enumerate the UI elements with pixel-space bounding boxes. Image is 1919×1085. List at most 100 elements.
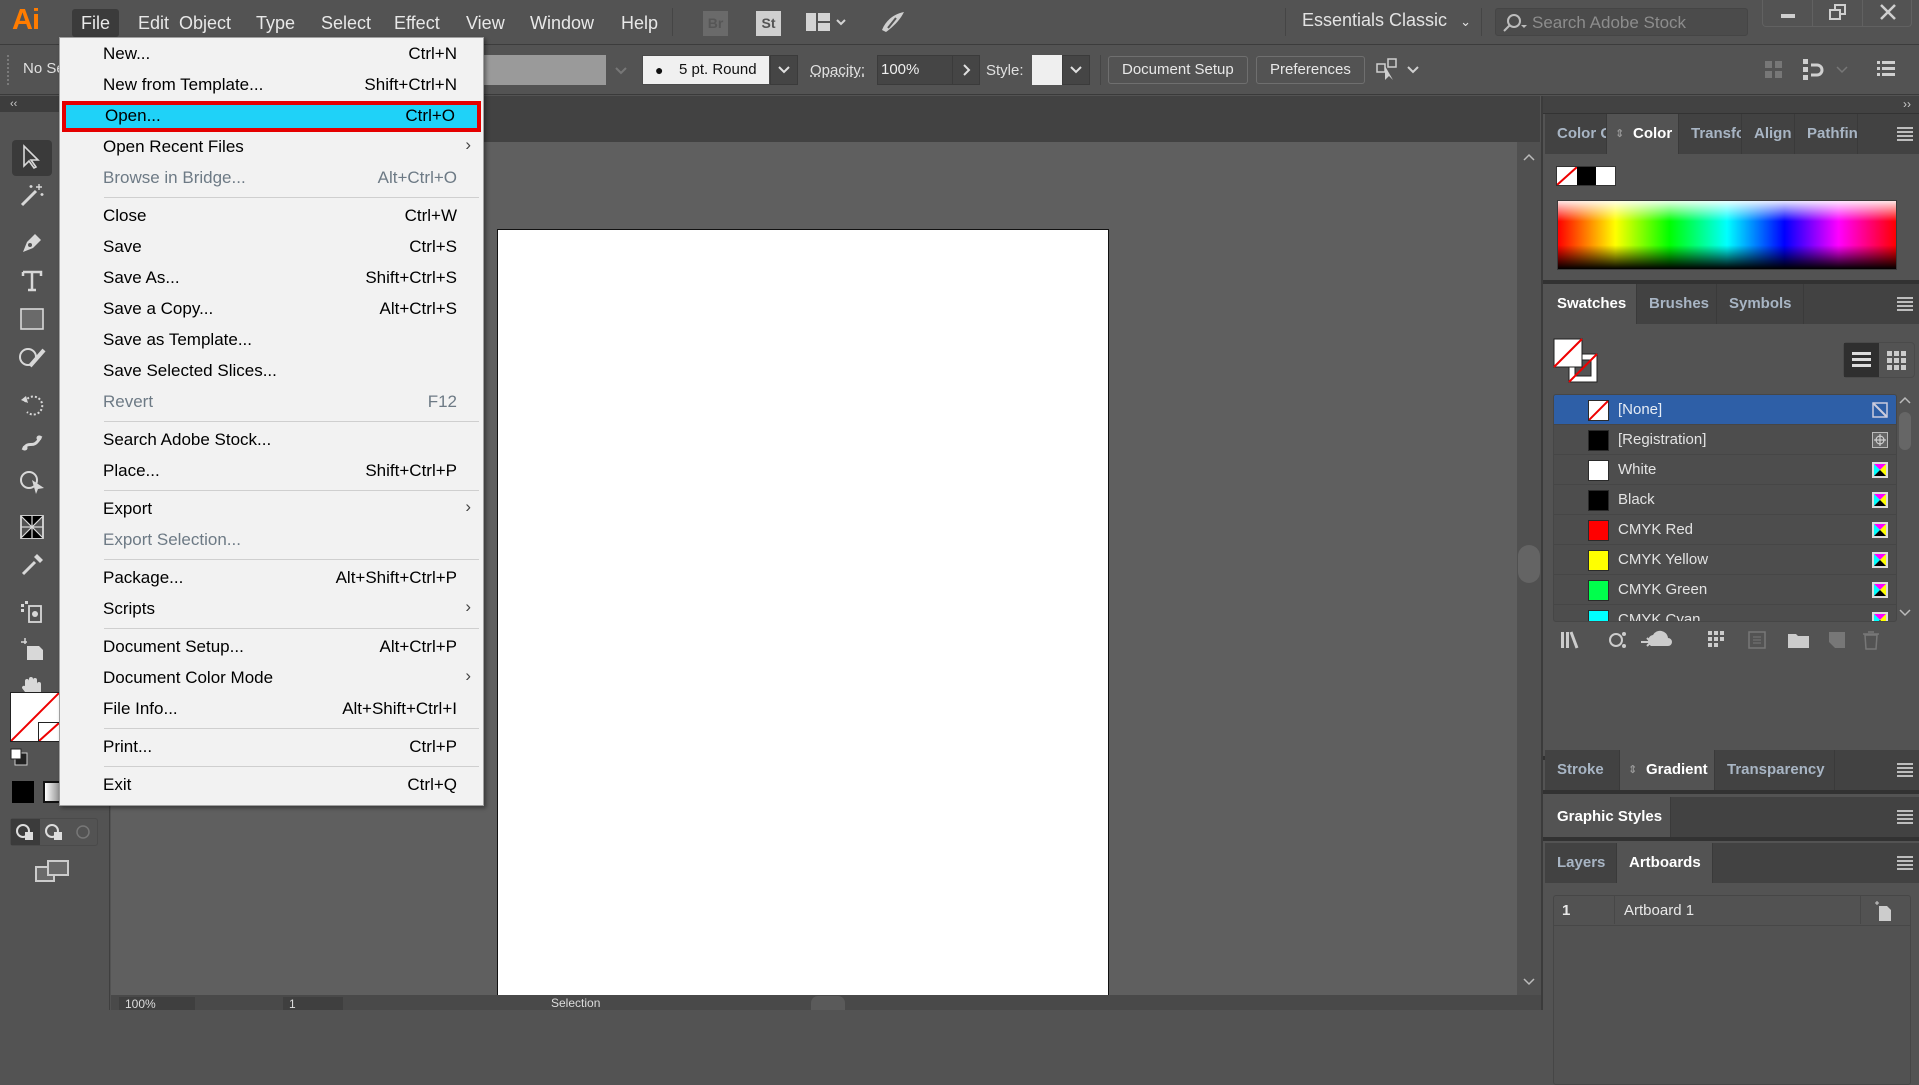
swatch-options-menu-icon[interactable] — [1707, 630, 1729, 650]
rectangle-tool[interactable] — [12, 302, 52, 338]
minimize-button[interactable] — [1763, 0, 1813, 26]
opacity-input[interactable]: 100% — [877, 55, 953, 85]
tab-brushes[interactable]: Brushes — [1637, 284, 1717, 324]
panel-menu-icon[interactable] — [1897, 127, 1913, 141]
tab-pathfinder[interactable]: Pathfin — [1795, 114, 1858, 154]
artboard-tool[interactable] — [12, 632, 52, 668]
tab-transform[interactable]: Transfo — [1679, 114, 1742, 154]
tab-color[interactable]: ⇕ Color — [1607, 114, 1679, 154]
perspective-grid-tool[interactable] — [12, 510, 52, 546]
pen-tool[interactable] — [12, 226, 52, 262]
tab-layers[interactable]: Layers — [1545, 843, 1617, 883]
tab-gradient[interactable]: ⇕ Gradient — [1620, 750, 1715, 790]
selection-tool[interactable] — [12, 140, 52, 176]
swatch-row[interactable]: CMYK Green — [1554, 575, 1896, 605]
file-menu-item-save-a-copy[interactable]: Save a Copy... Alt+Ctrl+S — [60, 294, 483, 325]
artboard-options-icon[interactable] — [1874, 900, 1892, 922]
style-dropdown-arrow[interactable] — [1062, 55, 1090, 85]
file-menu-item-print[interactable]: Print... Ctrl+P — [60, 732, 483, 763]
scroll-down-icon[interactable] — [1517, 972, 1541, 992]
snap-icon[interactable] — [1803, 59, 1853, 81]
menu-select[interactable]: Select — [312, 9, 380, 37]
menu-view[interactable]: View — [457, 9, 514, 37]
draw-normal-icon[interactable] — [11, 819, 40, 845]
tab-symbols[interactable]: Symbols — [1717, 284, 1804, 324]
file-menu-item-package[interactable]: Package... Alt+Shift+Ctrl+P — [60, 563, 483, 594]
opacity-label[interactable]: Opacity: — [810, 62, 865, 79]
rotate-tool[interactable] — [12, 388, 52, 424]
current-tool-status[interactable]: Selection — [551, 996, 600, 1010]
stroke-weight-field[interactable] — [484, 55, 606, 85]
file-menu-item-new[interactable]: New... Ctrl+N — [60, 39, 483, 70]
menu-window[interactable]: Window — [521, 9, 603, 37]
search-adobe-stock-input[interactable]: Search Adobe Stock — [1495, 8, 1748, 36]
delete-swatch-icon[interactable] — [1861, 630, 1881, 650]
type-tool[interactable] — [12, 264, 52, 300]
color-mode-button[interactable] — [12, 781, 34, 803]
panel-menu-icon[interactable] — [1897, 763, 1913, 777]
file-menu-item-file-info[interactable]: File Info... Alt+Shift+Ctrl+I — [60, 694, 483, 725]
menu-object[interactable]: Object — [170, 9, 240, 37]
swatch-list-scrollbar[interactable] — [1897, 394, 1913, 622]
file-menu-item-document-color-mode[interactable]: Document Color Mode › — [60, 663, 483, 694]
brush-dropdown-arrow[interactable] — [770, 55, 798, 85]
close-button[interactable] — [1863, 0, 1913, 26]
show-swatch-kinds-icon[interactable] — [1607, 630, 1627, 650]
swatch-row[interactable]: White — [1554, 455, 1896, 485]
swatch-row[interactable]: [Registration] — [1554, 425, 1896, 455]
gpu-performance-icon[interactable] — [878, 8, 906, 36]
tab-swatches[interactable]: Swatches — [1545, 284, 1637, 324]
brush-definition-dropdown[interactable]: ● 5 pt. Round — [642, 55, 770, 85]
horizontal-scroll-thumb[interactable] — [811, 996, 845, 1010]
add-to-library-icon[interactable] — [1641, 630, 1673, 650]
select-similar-icon[interactable] — [1376, 58, 1420, 82]
tab-transparency[interactable]: Transparency — [1715, 750, 1835, 790]
black-swatch[interactable] — [1577, 167, 1596, 185]
file-menu-item-exit[interactable]: Exit Ctrl+Q — [60, 770, 483, 801]
collapse-panels-icon[interactable]: ›› — [1903, 97, 1911, 111]
menu-effect[interactable]: Effect — [385, 9, 449, 37]
swatch-row[interactable]: [None] — [1554, 395, 1896, 425]
align-grid-icon[interactable] — [1765, 61, 1783, 79]
draw-behind-icon[interactable] — [40, 819, 69, 845]
color-spectrum[interactable] — [1557, 200, 1897, 270]
swatch-row[interactable]: CMYK Cyan — [1554, 605, 1896, 621]
new-color-group-icon[interactable] — [1787, 630, 1811, 650]
artboard-number-input[interactable]: 1 — [283, 997, 343, 1010]
file-menu-item-place[interactable]: Place... Shift+Ctrl+P — [60, 456, 483, 487]
white-swatch[interactable] — [1596, 167, 1615, 185]
file-menu-item-export[interactable]: Export › — [60, 494, 483, 525]
artboard[interactable] — [497, 229, 1109, 1010]
file-menu-item-new-from-template[interactable]: New from Template... Shift+Ctrl+N — [60, 70, 483, 101]
control-bar-menu-icon[interactable] — [1877, 61, 1895, 77]
shaper-tool[interactable] — [12, 340, 52, 376]
arrange-documents-icon[interactable] — [806, 12, 848, 34]
file-menu-item-open[interactable]: Open... Ctrl+O — [62, 101, 481, 132]
stock-button[interactable]: St — [756, 11, 781, 36]
file-menu-item-open-recent-files[interactable]: Open Recent Files › — [60, 132, 483, 163]
fill-stroke-indicator[interactable] — [1553, 338, 1598, 383]
default-fill-stroke-icon[interactable] — [10, 748, 28, 766]
panel-menu-icon[interactable] — [1897, 810, 1913, 824]
magic-wand-tool[interactable] — [12, 178, 52, 214]
panel-menu-icon[interactable] — [1897, 856, 1913, 870]
file-menu-item-search-adobe-stock[interactable]: Search Adobe Stock... — [60, 425, 483, 456]
none-swatch[interactable] — [1557, 167, 1577, 185]
swatch-row[interactable]: CMYK Yellow — [1554, 545, 1896, 575]
file-menu-item-document-setup[interactable]: Document Setup... Alt+Ctrl+P — [60, 632, 483, 663]
shape-builder-tool[interactable] — [12, 464, 52, 500]
file-menu-item-close[interactable]: Close Ctrl+W — [60, 201, 483, 232]
file-menu-item-save[interactable]: Save Ctrl+S — [60, 232, 483, 263]
grip-handle[interactable] — [7, 55, 10, 85]
menu-type[interactable]: Type — [247, 9, 304, 37]
zoom-level-input[interactable]: 100% — [119, 997, 195, 1010]
menu-file[interactable]: File — [72, 9, 120, 37]
menu-help[interactable]: Help — [612, 9, 667, 37]
swatch-libraries-icon[interactable] — [1561, 630, 1587, 650]
tab-color-guide[interactable]: Color G — [1545, 114, 1607, 154]
tab-align[interactable]: Align — [1742, 114, 1795, 154]
document-setup-button[interactable]: Document Setup — [1108, 56, 1248, 84]
new-swatch-icon[interactable] — [1827, 630, 1847, 650]
bridge-button[interactable]: Br — [703, 11, 728, 36]
vertical-scroll-thumb[interactable] — [1518, 545, 1540, 583]
